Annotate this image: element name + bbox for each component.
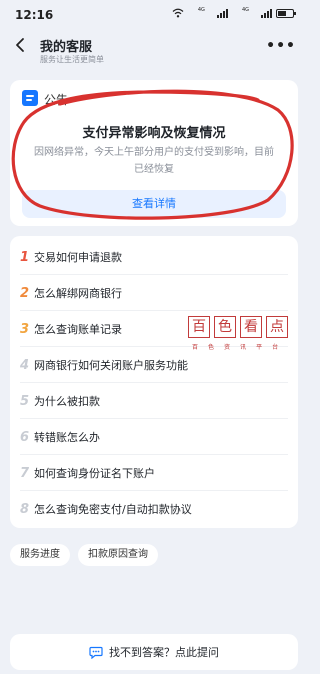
faq-text: 为什么被扣款 (34, 395, 100, 408)
header: 我的客服 服务让生活更简单 ••• (0, 30, 308, 70)
watermark-sub-char: 台 (272, 344, 279, 351)
faq-number: 7 (20, 465, 30, 481)
ask-question-button[interactable]: 找不到答案？点此提问 (10, 634, 298, 670)
faq-text: 转错账怎么办 (34, 431, 100, 444)
faq-item-7[interactable]: 7 如何查询身份证名下账户 (10, 456, 298, 490)
signal-icon: 4G (188, 8, 228, 18)
watermark-char: 色 (214, 316, 236, 338)
faq-number: 3 (20, 321, 30, 337)
faq-text: 如何查询身份证名下账户 (34, 467, 155, 480)
faq-text: 怎么查询免密支付/自动扣款协议 (34, 503, 192, 516)
faq-number: 2 (20, 285, 30, 301)
faq-number: 5 (20, 393, 30, 409)
watermark-char: 点 (266, 316, 288, 338)
watermark-sub-char: 讯 (240, 344, 247, 351)
faq-number: 8 (20, 501, 30, 517)
page-subtitle: 服务让生活更简单 (40, 55, 104, 64)
page-title: 我的客服 (40, 40, 93, 55)
ask-question-label: 找不到答案？点此提问 (109, 646, 219, 659)
signal-icon-2: 4G (232, 8, 272, 18)
notice-label: 公告 (44, 93, 69, 107)
view-details-button[interactable]: 查看详情 (22, 190, 286, 218)
faq-item-6[interactable]: 6 转错账怎么办 (10, 420, 298, 454)
faq-item-2[interactable]: 2 怎么解绑网商银行 (10, 276, 298, 310)
status-icons: 4G 4G (172, 8, 296, 18)
notice-title: 支付异常影响及恢复情况 (82, 126, 226, 141)
watermark-char: 百 (188, 316, 210, 338)
faq-item-5[interactable]: 5 为什么被扣款 (10, 384, 298, 418)
back-arrow-icon[interactable] (12, 36, 30, 54)
faq-number: 4 (20, 357, 30, 373)
faq-item-1[interactable]: 1 交易如何申请退款 (10, 240, 298, 274)
chat-bubble-icon (89, 646, 103, 659)
notice-body: 因网络异常，今天上午部分用户的支付受到影响，目前已经恢复 (34, 147, 274, 175)
watermark-sub-char: 平 (256, 344, 263, 351)
wifi-icon (172, 8, 184, 18)
service-progress-tag[interactable]: 服务进度 (10, 544, 70, 566)
faq-list: 1 交易如何申请退款 2 怎么解绑网商银行 3 怎么查询账单记录 4 网商银行如… (10, 236, 298, 528)
watermark-sub-char: 色 (208, 344, 215, 351)
watermark: 百色看点 百 色 资 讯 平 台 (188, 316, 304, 362)
notice-icon (22, 90, 38, 106)
status-time: 12:16 (15, 8, 54, 22)
faq-text: 网商银行如何关闭账户服务功能 (34, 359, 188, 372)
notice-card[interactable]: 公告 支付异常影响及恢复情况 因网络异常，今天上午部分用户的支付受到影响，目前已… (10, 80, 298, 226)
faq-item-8[interactable]: 8 怎么查询免密支付/自动扣款协议 (10, 492, 298, 526)
watermark-sub-char: 百 (192, 344, 199, 351)
faq-text: 怎么查询账单记录 (34, 323, 122, 336)
battery-icon (276, 8, 296, 18)
quick-tags: 服务进度 扣款原因查询 (10, 544, 158, 566)
status-bar: 12:16 4G 4G (0, 0, 308, 28)
faq-text: 交易如何申请退款 (34, 251, 122, 264)
faq-text: 怎么解绑网商银行 (34, 287, 122, 300)
faq-number: 6 (20, 429, 30, 445)
watermark-sub-char: 资 (224, 344, 231, 351)
faq-number: 1 (20, 249, 30, 265)
deduction-reason-tag[interactable]: 扣款原因查询 (78, 544, 158, 566)
watermark-char: 看 (240, 316, 262, 338)
more-icon[interactable]: ••• (266, 38, 296, 54)
